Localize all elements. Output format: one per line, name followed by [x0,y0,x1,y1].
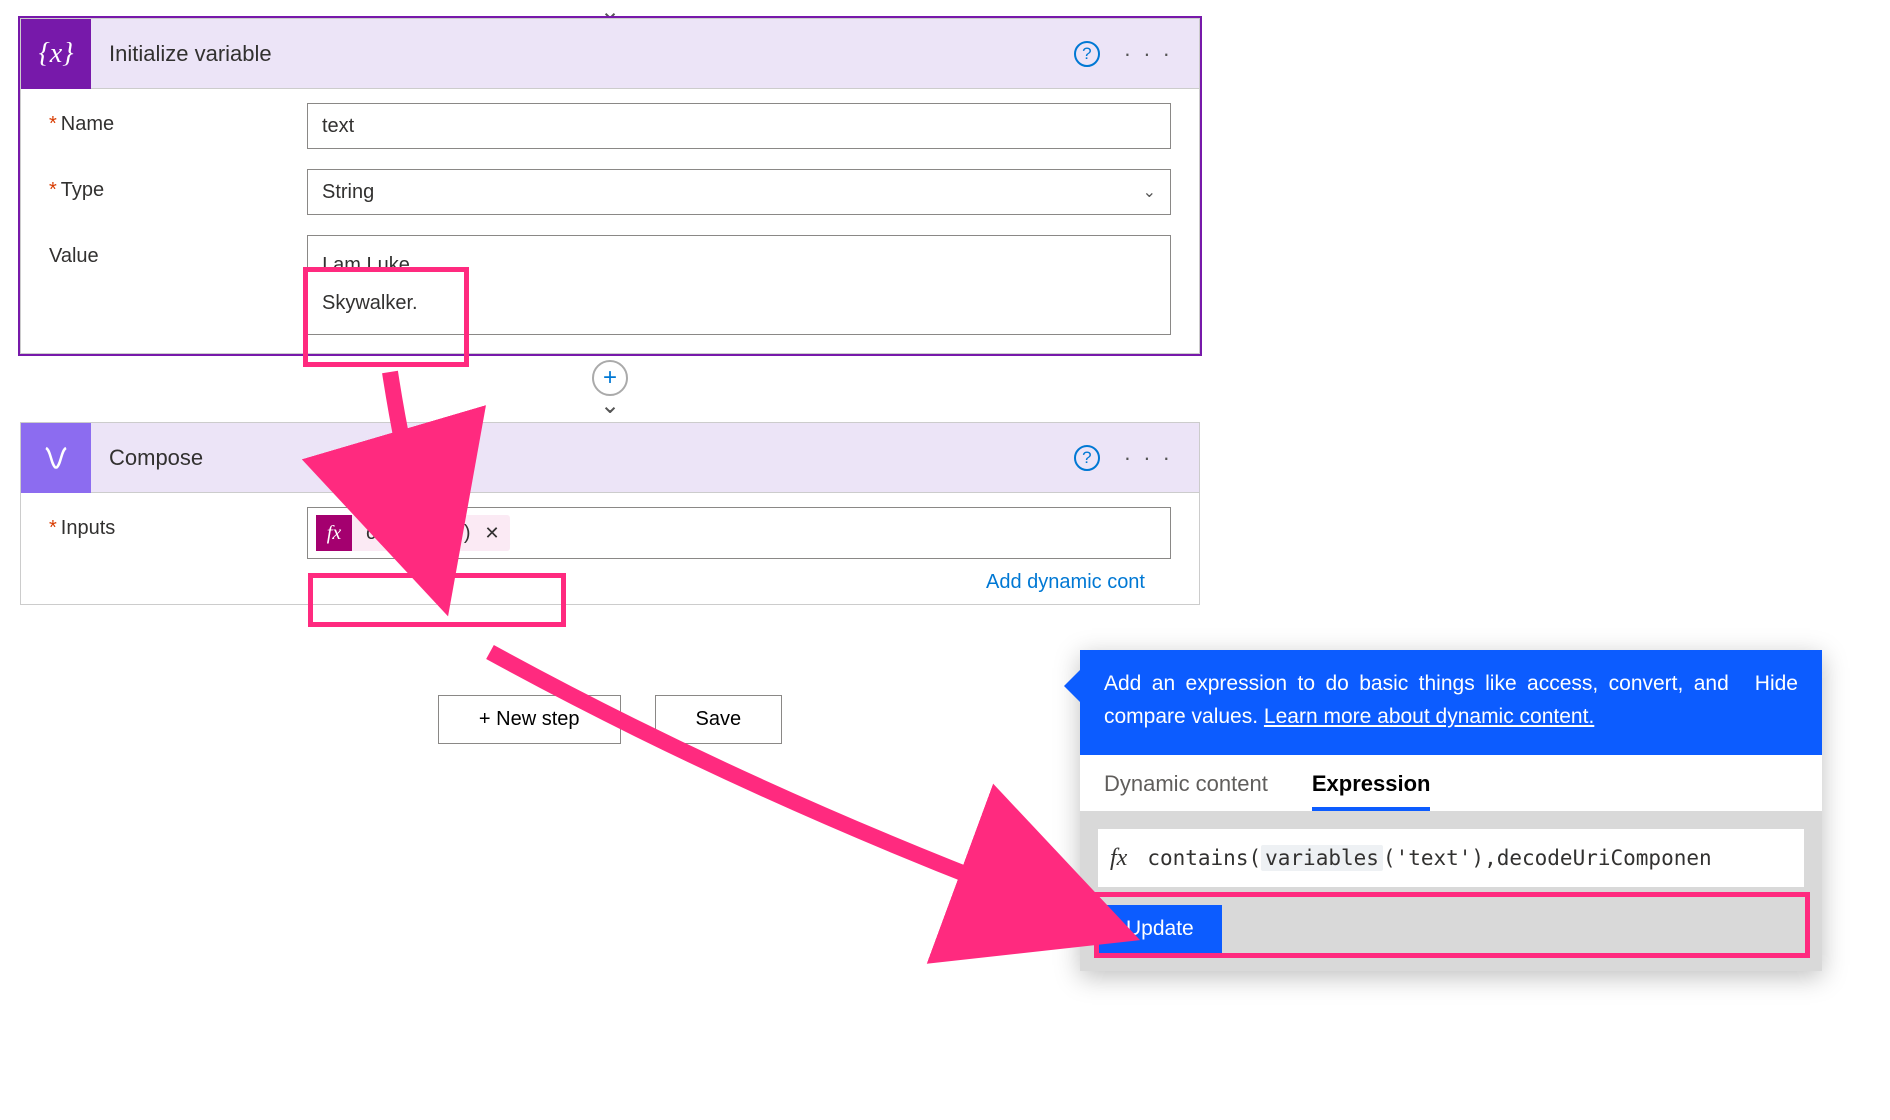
initialize-variable-card[interactable]: {x} Initialize variable ? · · · *Name te… [20,18,1200,354]
learn-more-link[interactable]: Learn more about dynamic content. [1264,705,1594,728]
inputs-field[interactable]: fx contains(...) ✕ [307,507,1171,559]
tab-expression[interactable]: Expression [1312,771,1431,811]
value-label: Value [49,235,307,268]
update-button[interactable]: Update [1098,905,1222,953]
card-title: Initialize variable [109,41,1074,67]
value-input[interactable]: I am Luke Skywalker. [307,235,1171,335]
popup-tabs: Dynamic content Expression [1080,755,1822,811]
name-input[interactable]: text [307,103,1171,149]
type-value: String [322,181,374,204]
add-step-plus-icon[interactable]: + [592,360,628,396]
expression-popup: Add an expression to do basic things lik… [1080,650,1822,971]
save-button[interactable]: Save [655,695,783,744]
card-title: Compose [109,445,1074,471]
variable-icon: {x} [21,19,91,89]
name-label: *Name [49,103,307,136]
connector-arrow-icon: ⌄ [600,394,620,418]
more-icon[interactable]: · · · [1124,41,1173,67]
popup-description: Add an expression to do basic things lik… [1104,668,1729,733]
card-header[interactable]: Compose ? · · · [21,423,1199,493]
help-icon[interactable]: ? [1074,445,1100,471]
help-icon[interactable]: ? [1074,41,1100,67]
expression-input[interactable]: fx contains(variables('text'),decodeUriC… [1098,829,1804,887]
inputs-label: *Inputs [49,507,307,540]
compose-icon [21,423,91,493]
card-header[interactable]: {x} Initialize variable ? · · · [21,19,1199,89]
close-icon[interactable]: ✕ [480,523,509,544]
chevron-down-icon: ⌄ [1143,182,1156,202]
compose-card[interactable]: Compose ? · · · *Inputs fx contains(...)… [20,422,1200,605]
more-icon[interactable]: · · · [1124,445,1173,471]
tab-dynamic-content[interactable]: Dynamic content [1104,771,1268,811]
token-label: contains(...) [352,522,480,545]
fx-icon: fx [316,515,352,551]
type-select[interactable]: String ⌄ [307,169,1171,215]
new-step-button[interactable]: + New step [438,695,621,744]
expression-text: contains(variables('text'),decodeUriComp… [1147,846,1711,870]
hide-button[interactable]: Hide [1755,668,1798,701]
popup-beak [1064,670,1080,702]
add-dynamic-content-link[interactable]: Add dynamic cont [49,563,1171,594]
type-label: *Type [49,169,307,202]
fx-icon: fx [1110,845,1127,872]
expression-token[interactable]: fx contains(...) ✕ [316,515,510,551]
